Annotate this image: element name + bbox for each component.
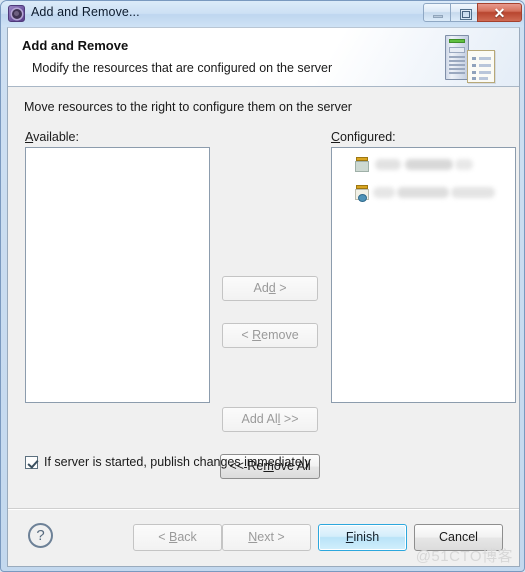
- configured-list[interactable]: [331, 147, 516, 403]
- dialog-window: Add and Remove... ✕ Add and Remove Modif…: [0, 0, 525, 572]
- publish-immediately-label: If server is started, publish changes im…: [44, 455, 311, 469]
- next-button[interactable]: Next >: [222, 524, 311, 551]
- dialog-footer: ? < Back Next > Finish Cancel @51CTO博客: [8, 508, 519, 566]
- publish-immediately-checkbox[interactable]: [25, 456, 38, 469]
- web-module-icon: [355, 157, 371, 173]
- configured-list-label: Configured:: [331, 130, 396, 144]
- watermark: @51CTO博客: [415, 548, 513, 565]
- close-icon: ✕: [493, 5, 506, 21]
- list-item[interactable]: [355, 154, 515, 175]
- server-document-icon: [437, 33, 509, 83]
- page-title: Add and Remove: [22, 38, 129, 53]
- dialog-header: Add and Remove Modify the resources that…: [8, 28, 519, 87]
- back-button[interactable]: < Back: [133, 524, 222, 551]
- remove-button[interactable]: < Remove: [222, 323, 318, 348]
- server-gear-icon: [8, 5, 25, 22]
- instruction-text: Move resources to the right to configure…: [24, 100, 352, 114]
- minimize-button[interactable]: [423, 3, 451, 22]
- add-all-button[interactable]: Add All >>: [222, 407, 318, 432]
- dialog-body: Move resources to the right to configure…: [8, 87, 519, 508]
- close-button[interactable]: ✕: [477, 3, 522, 22]
- available-list[interactable]: [25, 147, 210, 403]
- window-title: Add and Remove...: [31, 5, 140, 19]
- web-module-globe-icon: [355, 185, 371, 202]
- finish-button[interactable]: Finish: [318, 524, 407, 551]
- add-button[interactable]: Add >: [222, 276, 318, 301]
- help-icon[interactable]: ?: [28, 523, 53, 548]
- available-list-label: Available:: [25, 130, 79, 144]
- dialog-content: Add and Remove Modify the resources that…: [7, 27, 520, 567]
- title-bar[interactable]: Add and Remove... ✕: [1, 1, 524, 27]
- maximize-button[interactable]: [450, 3, 478, 22]
- window-controls: ✕: [423, 3, 522, 22]
- page-subtitle: Modify the resources that are configured…: [32, 61, 333, 75]
- list-item[interactable]: [355, 182, 515, 203]
